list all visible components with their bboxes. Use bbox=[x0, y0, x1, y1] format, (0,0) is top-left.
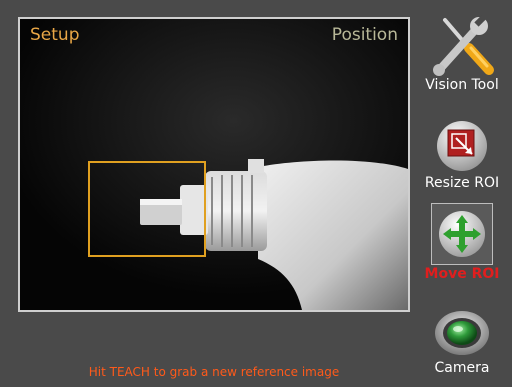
camera-label: Camera bbox=[434, 360, 490, 376]
vision-tool-button[interactable]: Vision Tool bbox=[414, 14, 510, 94]
active-tool-label: Position bbox=[331, 25, 398, 45]
roi-box[interactable] bbox=[88, 161, 206, 257]
move-icon bbox=[439, 211, 485, 257]
move-roi-label: Move ROI bbox=[424, 266, 500, 282]
resize-roi-button[interactable]: Resize ROI bbox=[414, 118, 510, 192]
resize-roi-label: Resize ROI bbox=[424, 175, 500, 191]
camera-lens-icon bbox=[435, 311, 489, 355]
status-message: Hit TEACH to grab a new reference image bbox=[88, 365, 340, 379]
mode-label: Setup bbox=[30, 25, 80, 45]
camera-viewport[interactable]: Setup Position bbox=[18, 17, 410, 312]
move-roi-selection-frame bbox=[431, 203, 493, 265]
inspection-screen: Setup Position Hit TEACH to grab a new r… bbox=[0, 0, 512, 387]
vision-tool-label: Vision Tool bbox=[425, 77, 499, 93]
resize-icon bbox=[437, 121, 487, 171]
camera-image bbox=[20, 19, 408, 310]
camera-button[interactable]: Camera bbox=[414, 303, 510, 377]
tools-icon bbox=[433, 15, 494, 76]
move-roi-button[interactable]: Move ROI bbox=[414, 203, 510, 283]
